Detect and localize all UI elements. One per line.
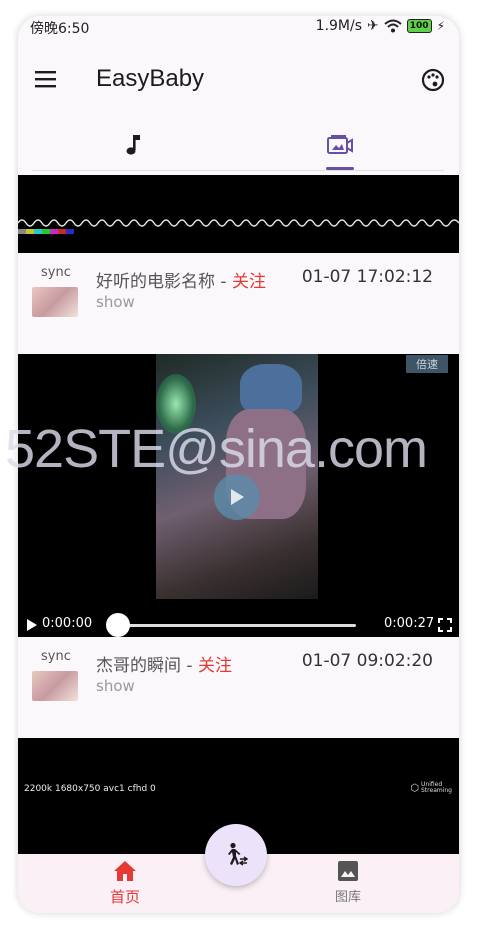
nav-gallery-label: 图库 — [334, 890, 361, 905]
feed-time: 01-07 17:02:12 — [301, 267, 433, 287]
item-title: 杰哥的瞬间 — [96, 656, 181, 676]
feed-title: 杰哥的瞬间 - 关注 — [96, 651, 232, 676]
stream-logo: ⬡ Unified Streaming — [410, 782, 455, 794]
seek-thumb[interactable] — [106, 613, 130, 637]
thumbnail[interactable] — [32, 671, 78, 701]
item-title: 好听的电影名称 — [96, 272, 215, 292]
duration: 0:00:27 — [384, 616, 435, 631]
thumbnail[interactable] — [32, 287, 78, 317]
music-note-icon — [126, 135, 140, 155]
tab-divider — [32, 170, 444, 171]
walking-person-icon — [228, 842, 249, 866]
status-bar: 傍晚6:50 1.9M/s ✈ 100 ⚡ — [18, 16, 459, 44]
waveform-graphic — [18, 219, 459, 234]
tab-video[interactable] — [230, 120, 450, 170]
nav-gallery[interactable]: 图库 — [288, 860, 408, 905]
feed-subtitle: show — [96, 677, 135, 695]
follow-link[interactable]: 关注 — [198, 656, 232, 676]
image-icon — [338, 861, 358, 881]
home-icon — [114, 861, 136, 881]
airplane-icon: ✈ — [367, 18, 379, 34]
app-title: EasyBaby — [96, 65, 205, 92]
play-control-icon[interactable] — [26, 618, 38, 632]
play-overlay-button[interactable] — [214, 474, 260, 520]
charging-icon: ⚡ — [436, 19, 445, 33]
tab-music[interactable] — [23, 120, 243, 170]
hexagon-icon: ⬡ — [410, 782, 419, 794]
stream-info: 2200k 1680x750 avc1 cfhd 0 — [24, 784, 156, 794]
feed-subtitle: show — [96, 293, 135, 311]
wifi-icon — [384, 19, 402, 33]
current-time: 0:00:00 — [42, 616, 93, 631]
feed-item[interactable]: sync 杰哥的瞬间 - 关注 show 01-07 09:02:20 — [18, 637, 459, 737]
audio-waveform-player[interactable] — [18, 175, 459, 253]
follow-link[interactable]: 关注 — [232, 272, 266, 292]
walk-action-button[interactable] — [205, 824, 267, 886]
feed-time: 01-07 09:02:20 — [301, 651, 433, 671]
sync-label: sync — [41, 265, 71, 280]
battery-icon: 100 — [406, 19, 432, 33]
nav-home-label: 首页 — [109, 888, 140, 906]
speed-button[interactable]: 倍速 — [406, 355, 448, 373]
watermark: 52STE@sina.com — [5, 419, 428, 479]
feed-title: 好听的电影名称 - 关注 — [96, 267, 266, 292]
sync-label: sync — [41, 649, 71, 664]
tab-bar — [18, 120, 459, 172]
play-icon — [231, 489, 244, 505]
palette-icon[interactable] — [421, 68, 445, 92]
net-speed: 1.9M/s — [315, 18, 363, 34]
feed-item[interactable]: sync 好听的电影名称 - 关注 show 01-07 17:02:12 — [18, 253, 459, 353]
video-gallery-icon — [327, 135, 353, 154]
nav-home[interactable]: 首页 — [65, 860, 185, 907]
app-bar: EasyBaby — [18, 56, 459, 106]
baby-hat — [240, 364, 302, 414]
video-player[interactable]: 倍速 0:00:00 0:00:27 — [18, 354, 459, 637]
logo-text: Unified Streaming — [421, 781, 452, 794]
seek-track[interactable] — [118, 624, 356, 627]
menu-icon[interactable] — [34, 69, 58, 89]
status-time: 傍晚6:50 — [30, 21, 90, 37]
title-separator: - — [215, 272, 232, 292]
status-icons: 1.9M/s ✈ 100 ⚡ — [316, 18, 445, 34]
fullscreen-icon[interactable] — [438, 618, 452, 632]
title-separator: - — [181, 656, 198, 676]
